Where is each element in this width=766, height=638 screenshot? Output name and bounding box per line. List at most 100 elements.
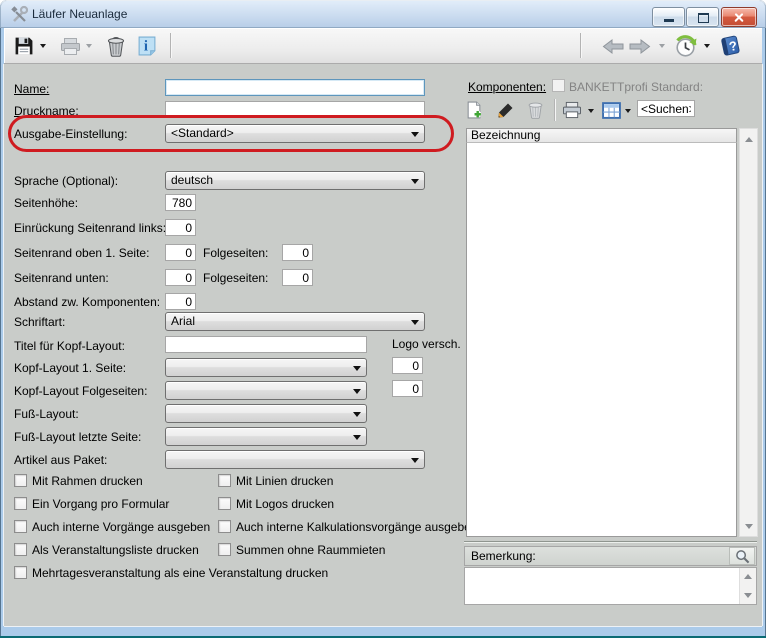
kopf-layout-folgeseiten-select[interactable] — [165, 381, 367, 400]
bemerkung-zoom-button[interactable] — [729, 547, 755, 565]
artikel-aus-paket-label: Artikel aus Paket: — [14, 453, 107, 467]
checkbox-label: Mit Logos drucken — [236, 497, 334, 511]
scroll-up-button[interactable] — [740, 568, 756, 581]
back-button[interactable] — [600, 33, 626, 59]
print-dropdown-arrow[interactable] — [588, 109, 594, 116]
checkbox-label: Als Veranstaltungsliste drucken — [32, 543, 199, 557]
chevron-down-icon — [353, 412, 361, 421]
print-button[interactable] — [57, 33, 83, 59]
scroll-down-button[interactable] — [740, 520, 757, 536]
komponenten-print-button[interactable] — [560, 98, 584, 122]
komponente-edit-button[interactable] — [493, 98, 517, 122]
info-button[interactable]: i — [134, 33, 160, 59]
save-dropdown-arrow[interactable] — [40, 44, 46, 51]
history-button[interactable] — [672, 33, 698, 59]
abstand-input[interactable] — [165, 293, 196, 310]
checkbox-label: Summen ohne Raummieten — [236, 543, 385, 557]
fuss-layout-letzte-select[interactable] — [165, 427, 367, 446]
bankettprofi-standard-label: BANKETTprofi Standard: — [569, 80, 703, 94]
forward-button[interactable] — [626, 33, 652, 59]
close-button[interactable] — [721, 7, 757, 27]
print-icon — [60, 37, 81, 56]
chevron-down-icon — [411, 179, 419, 188]
chevron-down-icon — [353, 435, 361, 444]
bemerkung-textarea[interactable] — [464, 567, 757, 605]
ausgabe-einstellung-label: Ausgabe-Einstellung: — [14, 127, 127, 141]
folgeseiten-unten-input[interactable] — [282, 269, 313, 286]
folgeseiten-oben-input[interactable] — [282, 244, 313, 261]
fuss-layout-label: Fuß-Layout: — [14, 407, 79, 421]
druckname-input[interactable] — [165, 101, 425, 118]
checkbox-kalkulationsvorgaenge[interactable] — [218, 520, 231, 533]
checkbox-bankettprofi-standard[interactable] — [552, 79, 565, 92]
table-dropdown-arrow[interactable] — [625, 109, 631, 116]
komponenten-label: Komponenten: — [468, 80, 546, 94]
checkbox-interne-vorgaenge[interactable] — [14, 520, 27, 533]
ausgabe-einstellung-select[interactable]: <Standard> — [165, 124, 425, 143]
table-icon — [602, 102, 621, 119]
suchen-input[interactable] — [637, 100, 695, 117]
list-header-bezeichnung[interactable]: Bezeichnung — [466, 128, 737, 143]
seitenhoehe-input[interactable] — [165, 194, 196, 211]
bemerkung-scrollbar[interactable] — [739, 568, 756, 604]
toolbar-separator-right — [580, 33, 581, 58]
titel-kopf-layout-input[interactable] — [165, 336, 367, 353]
abstand-label: Abstand zw. Komponenten: — [14, 295, 160, 309]
panel-splitter[interactable] — [464, 541, 757, 542]
scroll-down-button[interactable] — [740, 591, 756, 604]
sprache-select[interactable]: deutsch — [165, 171, 425, 190]
checkbox-ein-vorgang[interactable] — [14, 497, 27, 510]
history-dropdown-arrow[interactable] — [704, 44, 710, 51]
maximize-button[interactable] — [686, 7, 719, 27]
back-arrow-icon — [602, 38, 625, 55]
print-dropdown-arrow[interactable] — [86, 44, 92, 51]
kopf-layout-1-select[interactable] — [165, 358, 367, 377]
seitenrand-unten-input[interactable] — [165, 269, 196, 286]
komponente-delete-button[interactable] — [523, 98, 547, 122]
name-label: Name: — [14, 82, 49, 96]
chevron-down-icon — [353, 366, 361, 375]
checkbox-summen-ohne-raummieten[interactable] — [218, 543, 231, 556]
fuss-layout-select[interactable] — [165, 404, 367, 423]
artikel-aus-paket-select[interactable] — [165, 450, 425, 469]
logo-versch-2-input[interactable] — [392, 380, 423, 397]
fuss-layout-letzte-label: Fuß-Layout letzte Seite: — [14, 430, 141, 444]
save-button[interactable] — [11, 33, 37, 59]
checkbox-mehrtagesveranstaltung[interactable] — [14, 566, 27, 579]
tools-icon — [10, 5, 28, 26]
einrueckung-input[interactable] — [165, 219, 196, 236]
komponente-new-button[interactable] — [462, 98, 486, 122]
info-icon: i — [138, 36, 156, 56]
checkbox-veranstaltungsliste[interactable] — [14, 543, 27, 556]
main-toolbar: i — [4, 28, 762, 64]
checkbox-mit-linien[interactable] — [218, 474, 231, 487]
schriftart-select[interactable]: Arial — [165, 312, 425, 331]
help-button[interactable]: ? — [718, 33, 744, 59]
titlebar[interactable]: Läufer Neuanlage — [0, 0, 766, 28]
window-title: Läufer Neuanlage — [32, 7, 127, 21]
navigation-dropdown-arrow[interactable] — [659, 44, 665, 51]
komponenten-table-button[interactable] — [599, 98, 623, 122]
triangle-down-icon — [744, 593, 752, 602]
new-item-icon — [465, 101, 483, 119]
dialog-window: Läufer Neuanlage — [0, 0, 766, 638]
checkbox-mit-rahmen[interactable] — [14, 474, 27, 487]
komponenten-list[interactable] — [466, 143, 737, 537]
komponenten-list-scrollbar[interactable] — [739, 128, 758, 537]
name-input[interactable] — [165, 79, 425, 96]
history-clock-icon — [673, 34, 698, 59]
chevron-down-icon — [411, 132, 419, 141]
save-icon — [14, 36, 34, 56]
folgeseiten-unten-label: Folgeseiten: — [203, 271, 268, 285]
dialog-client-area: Name: Druckname: Ausgabe-Einstellung: Sp… — [4, 64, 762, 626]
logo-versch-1-input[interactable] — [392, 357, 423, 374]
minimize-button[interactable] — [652, 7, 685, 27]
checkbox-mit-logos[interactable] — [218, 497, 231, 510]
seitenrand-oben-input[interactable] — [165, 244, 196, 261]
scroll-up-button[interactable] — [740, 129, 757, 145]
maximize-icon — [698, 13, 709, 23]
checkbox-label: Mit Linien drucken — [236, 474, 333, 488]
delete-button[interactable] — [103, 33, 129, 59]
checkbox-label: Auch interne Vorgänge ausgeben — [32, 520, 210, 534]
seitenhoehe-label: Seitenhöhe: — [14, 196, 78, 210]
